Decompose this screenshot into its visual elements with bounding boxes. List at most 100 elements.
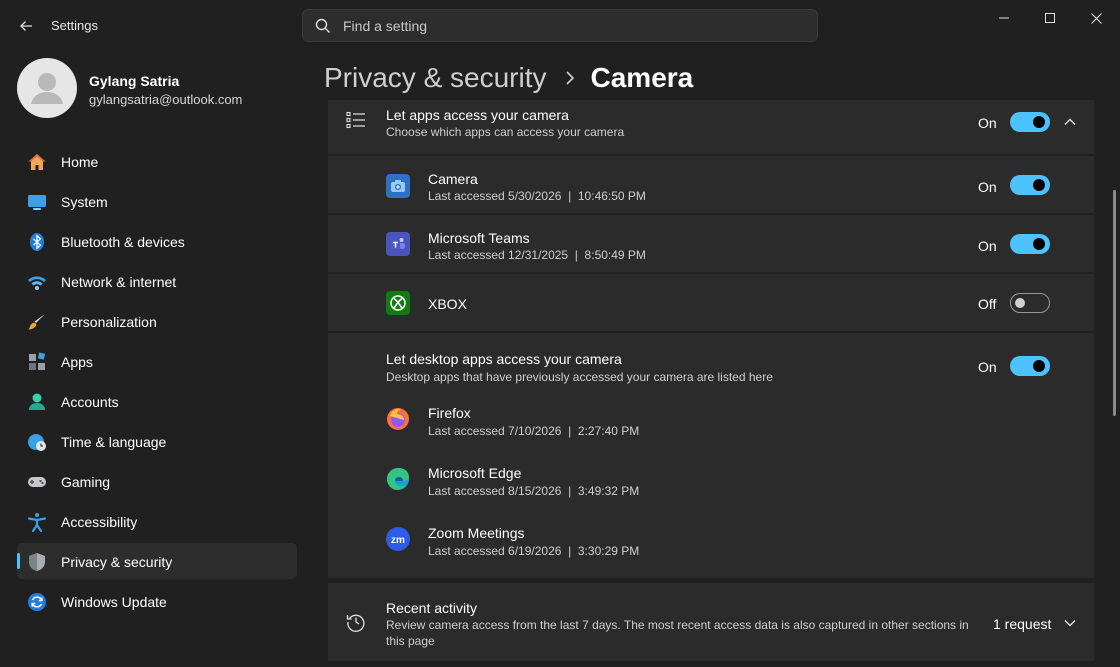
sidebar-item-label: Bluetooth & devices — [61, 234, 185, 250]
back-arrow-icon — [20, 21, 32, 31]
search-box[interactable] — [302, 9, 818, 42]
sidebar-nav: Home System Bluetooth & devices Network … — [17, 143, 297, 623]
recent-activity-row[interactable]: Recent activity Review camera access fro… — [328, 583, 1094, 661]
apps-access-title: Let apps access your camera — [386, 107, 569, 123]
home-icon — [27, 152, 47, 172]
breadcrumb-parent[interactable]: Privacy & security — [324, 62, 547, 94]
app-title: Settings — [51, 18, 98, 33]
person-icon — [27, 392, 47, 412]
sidebar-item-network[interactable]: Network & internet — [17, 263, 297, 299]
sidebar-item-privacy-security[interactable]: Privacy & security — [17, 543, 297, 579]
app-last-accessed: Last accessed 7/10/2026 | 2:27:40 PM — [428, 424, 640, 438]
toggle-state-label: On — [978, 238, 997, 254]
sidebar-item-label: Network & internet — [61, 274, 177, 290]
recent-activity-subtitle-line1: Review camera access from the last 7 day… — [386, 618, 969, 632]
profile-name: Gylang Satria — [89, 73, 180, 89]
brush-icon — [27, 312, 47, 332]
app-row-camera: Camera Last accessed 5/30/2026 | 10:46:5… — [328, 156, 1094, 213]
sidebar-item-label: Accessibility — [61, 514, 138, 530]
desktop-access-subtitle: Desktop apps that have previously access… — [386, 370, 773, 384]
sidebar-item-apps[interactable]: Apps — [17, 343, 297, 379]
recent-activity-title: Recent activity — [386, 600, 478, 616]
app-name: Camera — [428, 171, 478, 187]
sidebar-item-label: Gaming — [61, 474, 111, 490]
clock-globe-icon — [27, 432, 47, 452]
zoom-app-icon: zm — [386, 527, 410, 551]
wifi-icon — [27, 272, 47, 292]
sidebar-item-label: Time & language — [61, 434, 167, 450]
scrollbar-thumb[interactable] — [1113, 190, 1116, 416]
bluetooth-icon — [27, 232, 47, 252]
sidebar-item-label: Home — [61, 154, 99, 170]
toggle-state-label: On — [978, 115, 997, 131]
sidebar-item-personalization[interactable]: Personalization — [17, 303, 297, 339]
app-last-accessed: Last accessed 8/15/2026 | 3:49:32 PM — [428, 484, 640, 498]
sidebar-item-label: Personalization — [61, 314, 157, 330]
teams-app-icon — [386, 232, 410, 256]
search-input[interactable] — [343, 10, 803, 41]
app-row-microsoft-teams: Microsoft Teams Last accessed 12/31/2025… — [328, 215, 1094, 272]
avatar — [17, 58, 77, 118]
app-name: Microsoft Edge — [428, 465, 522, 481]
app-name: XBOX — [428, 296, 467, 312]
page-title: Camera — [590, 62, 694, 93]
xbox-app-toggle[interactable] — [1010, 293, 1050, 313]
camera-app-icon — [386, 174, 410, 198]
request-count: 1 request — [993, 616, 1052, 632]
close-icon — [1090, 12, 1102, 24]
edge-app-icon — [386, 467, 410, 491]
firefox-app-icon — [386, 407, 410, 431]
apps-access-toggle[interactable] — [1010, 112, 1050, 132]
chevron-right-icon — [565, 71, 574, 85]
apps-icon — [27, 352, 47, 372]
app-name: Firefox — [428, 405, 471, 421]
sidebar-item-system[interactable]: System — [17, 183, 297, 219]
teams-app-toggle[interactable] — [1010, 234, 1050, 254]
monitor-icon — [27, 192, 47, 212]
chevron-down-icon[interactable] — [1062, 615, 1078, 631]
sidebar-item-bluetooth[interactable]: Bluetooth & devices — [17, 223, 297, 259]
sidebar-item-label: System — [61, 194, 108, 210]
app-name: Zoom Meetings — [428, 525, 525, 541]
sidebar-item-time-language[interactable]: Time & language — [17, 423, 297, 459]
profile-email: gylangsatria@outlook.com — [89, 92, 243, 107]
app-last-accessed: Last accessed 5/30/2026 | 10:46:50 PM — [428, 189, 646, 203]
app-row-xbox: XBOX Off — [328, 274, 1094, 331]
recent-activity-subtitle-line2: this page — [386, 634, 435, 648]
maximize-icon — [1045, 13, 1055, 23]
sidebar-item-home[interactable]: Home — [17, 143, 297, 179]
app-last-accessed: Last accessed 12/31/2025 | 8:50:49 PM — [428, 248, 646, 262]
sidebar-item-label: Privacy & security — [61, 554, 173, 570]
sidebar-item-label: Apps — [61, 354, 93, 370]
svg-text:zm: zm — [391, 535, 405, 546]
apps-access-subtitle: Choose which apps can access your camera — [386, 125, 625, 139]
desktop-access-title: Let desktop apps access your camera — [386, 351, 622, 367]
sidebar-item-windows-update[interactable]: Windows Update — [17, 583, 297, 619]
sidebar-item-accessibility[interactable]: Accessibility — [17, 503, 297, 539]
desktop-apps-section: Let desktop apps access your camera Desk… — [328, 333, 1094, 578]
xbox-app-icon — [386, 291, 410, 315]
update-icon — [27, 592, 47, 612]
app-last-accessed: Last accessed 6/19/2026 | 3:30:29 PM — [428, 544, 640, 558]
toggle-state-label: Off — [978, 296, 997, 312]
list-icon — [346, 111, 365, 129]
chevron-up-icon[interactable] — [1062, 114, 1078, 130]
maximize-button[interactable] — [1027, 4, 1073, 32]
accessibility-icon — [27, 512, 47, 532]
gamepad-icon — [27, 472, 47, 492]
user-profile[interactable]: Gylang Satria gylangsatria@outlook.com — [17, 58, 297, 118]
sidebar-item-label: Windows Update — [61, 594, 167, 610]
shield-icon — [27, 552, 47, 572]
sidebar-item-label: Accounts — [61, 394, 119, 410]
back-button[interactable] — [12, 12, 40, 40]
sidebar-item-accounts[interactable]: Accounts — [17, 383, 297, 419]
apps-access-row[interactable]: Let apps access your camera Choose which… — [328, 100, 1094, 154]
app-name: Microsoft Teams — [428, 230, 530, 246]
minimize-button[interactable] — [981, 4, 1027, 32]
minimize-icon — [999, 17, 1009, 19]
close-button[interactable] — [1073, 4, 1119, 32]
person-icon — [31, 73, 63, 104]
sidebar-item-gaming[interactable]: Gaming — [17, 463, 297, 499]
desktop-access-toggle[interactable] — [1010, 356, 1050, 376]
camera-app-toggle[interactable] — [1010, 175, 1050, 195]
